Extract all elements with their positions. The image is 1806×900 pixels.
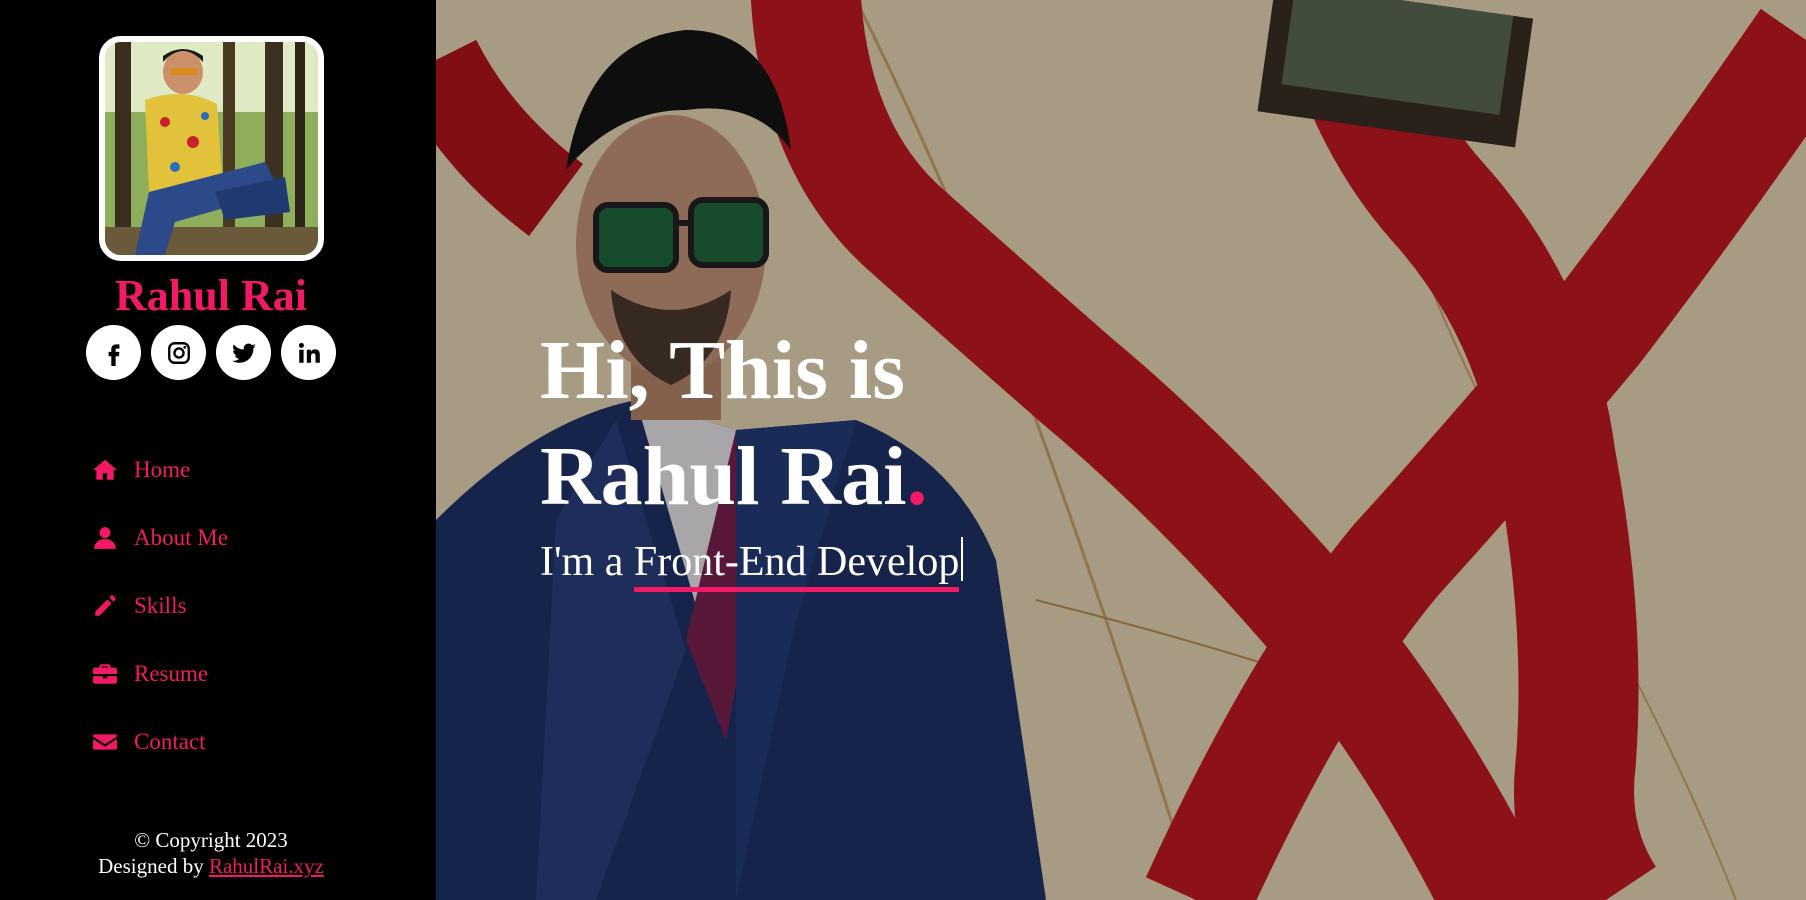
facebook-icon [108,343,119,366]
user-icon [90,523,120,553]
designed-by-line: Designed by RahulRai.xyz [0,853,422,879]
sidebar: Rahul Rai Home About Me Skills Resume Co… [0,0,436,900]
nav-label-home: Home [134,457,191,482]
facebook-link[interactable] [86,325,141,380]
nav-label-resume: Resume [134,661,209,686]
hero-subtitle: I'm a Front-End Develop [540,536,964,592]
nav-item-skills[interactable]: Skills [90,572,228,640]
typed-role-text: Front-End Develop [633,539,960,592]
instagram-link[interactable] [151,325,206,380]
headline-line1: Hi, This is [540,324,905,417]
nav-item-contact[interactable]: Contact [90,708,228,776]
nav-item-resume[interactable]: Resume [90,640,228,708]
nav-label-skills: Skills [134,593,187,618]
typing-caret [961,537,964,581]
twitter-link[interactable] [216,325,271,380]
sidebar-nav: Home About Me Skills Resume Contact [90,436,228,776]
hero-section: Hi, This is Rahul Rai. I'm a Front-End D… [436,0,1806,900]
social-links [86,325,336,380]
nav-label-contact: Contact [134,729,206,754]
designer-link[interactable]: RahulRai.xyz [209,854,324,878]
headline-line2: Rahul Rai [540,430,907,523]
profile-name: Rahul Rai [115,271,307,320]
briefcase-icon [90,659,120,689]
subtitle-prefix: I'm a [540,539,624,585]
sidebar-footer: © Copyright 2023 Designed by RahulRai.xy… [0,827,422,879]
instagram-icon [167,341,190,364]
copyright-text: © Copyright 2023 [134,828,288,852]
twitter-icon [231,343,256,363]
nav-item-about[interactable]: About Me [90,504,228,572]
nav-item-home[interactable]: Home [90,436,228,504]
envelope-icon [90,727,120,757]
hero-headline: Hi, This is Rahul Rai. [540,318,927,530]
pencil-icon [90,591,120,621]
home-icon [90,455,120,485]
linkedin-icon [298,342,320,363]
linkedin-link[interactable] [281,325,336,380]
profile-photo [99,36,324,261]
nav-label-about: About Me [134,525,228,550]
designed-by-label: Designed by [98,854,204,878]
accent-dot: . [906,430,928,523]
